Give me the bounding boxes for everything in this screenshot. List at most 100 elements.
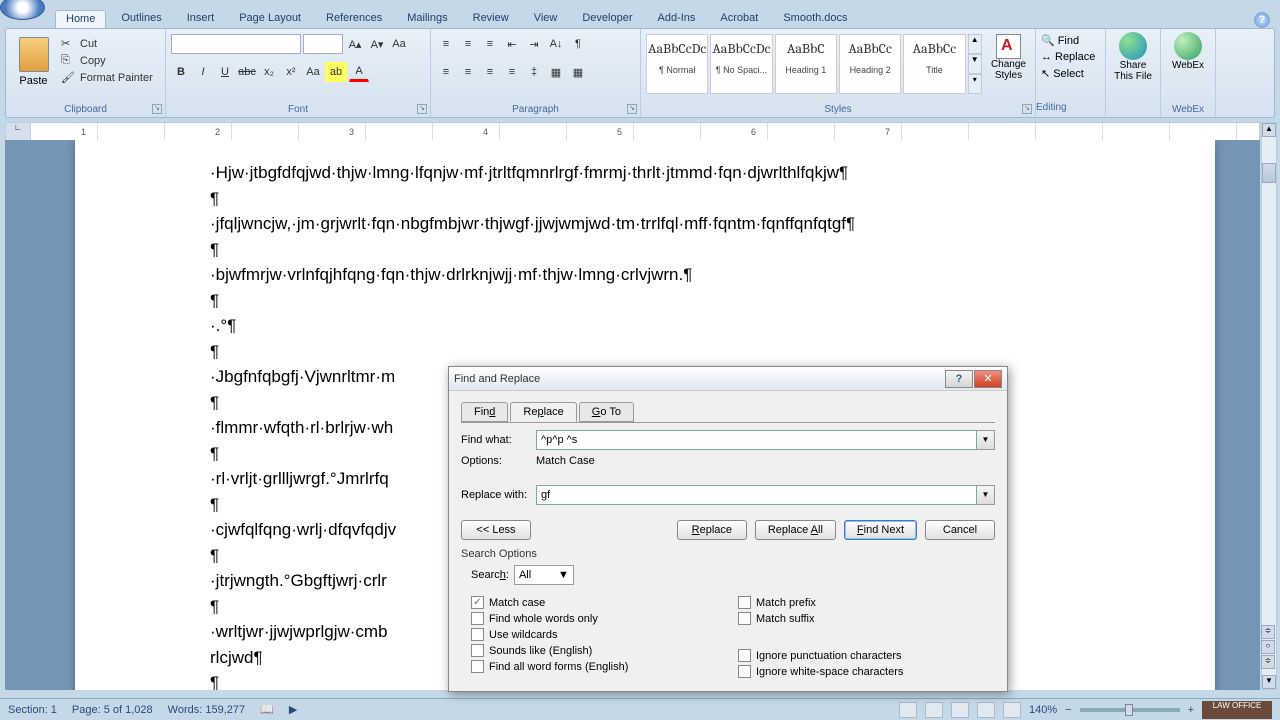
grow-font-button[interactable]: A▴ — [345, 34, 365, 54]
zoom-level[interactable]: 140% — [1029, 704, 1057, 716]
bold-button[interactable]: B — [171, 62, 191, 82]
next-page-icon[interactable]: ≑ — [1261, 655, 1275, 669]
dialog-tab-go-to[interactable]: Go To — [579, 402, 634, 422]
styles-down-icon[interactable]: ▼ — [968, 54, 982, 74]
text-line[interactable]: ¶ — [210, 339, 1080, 365]
format-painter-button[interactable]: 🖌Format Painter — [61, 71, 153, 85]
tab-outlines[interactable]: Outlines — [111, 10, 171, 28]
checkbox-match-case[interactable]: ✓Match case — [471, 596, 728, 609]
align-left-button[interactable]: ≡ — [436, 62, 456, 82]
less-button[interactable]: << Less — [461, 520, 531, 540]
text-line[interactable]: ·bjwfmrjw·vrlnfqjhfqng·fqn·thjw·drlrknjw… — [210, 262, 1080, 288]
status-page[interactable]: Page: 5 of 1,028 — [72, 704, 153, 716]
align-right-button[interactable]: ≡ — [480, 62, 500, 82]
tab-insert[interactable]: Insert — [177, 10, 225, 28]
text-line[interactable]: ¶ — [210, 288, 1080, 314]
style-item[interactable]: AaBbCcHeading 2 — [839, 34, 901, 94]
tab-references[interactable]: References — [316, 10, 392, 28]
decrease-indent-button[interactable]: ⇤ — [502, 34, 522, 54]
dialog-tab-find[interactable]: Find — [461, 402, 508, 422]
cut-button[interactable]: ✂Cut — [61, 37, 153, 51]
scroll-down-icon[interactable]: ▼ — [1262, 675, 1276, 689]
paragraph-expand-icon[interactable]: ↘ — [627, 104, 637, 114]
checkbox-sounds-like-english-[interactable]: Sounds like (English) — [471, 644, 728, 657]
dialog-help-button[interactable]: ? — [945, 370, 973, 388]
dialog-tab-replace[interactable]: Replace — [510, 402, 576, 422]
checkbox-use-wildcards[interactable]: Use wildcards — [471, 628, 728, 641]
change-case-button[interactable]: Aa — [303, 62, 323, 82]
text-line[interactable]: ¶ — [210, 186, 1080, 212]
tab-acrobat[interactable]: Acrobat — [710, 10, 768, 28]
select-button[interactable]: ↖Select — [1041, 67, 1100, 80]
increase-indent-button[interactable]: ⇥ — [524, 34, 544, 54]
prev-page-icon[interactable]: ≑ — [1261, 625, 1275, 639]
strike-button[interactable]: abc — [237, 62, 257, 82]
find-button[interactable]: 🔍Find — [1041, 34, 1100, 47]
styles-up-icon[interactable]: ▲ — [968, 34, 982, 54]
text-line[interactable]: ·.°¶ — [210, 313, 1080, 339]
find-dropdown-icon[interactable]: ▼ — [977, 430, 995, 450]
replace-dropdown-icon[interactable]: ▼ — [977, 485, 995, 505]
tab-smooth-docs[interactable]: Smooth.docs — [773, 10, 857, 28]
search-direction-select[interactable]: All▼ — [514, 565, 574, 585]
tab-selector[interactable]: ∟ — [6, 123, 31, 141]
tab-view[interactable]: View — [524, 10, 568, 28]
scroll-thumb[interactable] — [1262, 163, 1276, 183]
scroll-up-icon[interactable]: ▲ — [1262, 123, 1276, 137]
text-line[interactable]: ·jfqljwncjw,·jm·grjwrlt·fqn·nbgfmbjwr·th… — [210, 211, 1080, 237]
highlight-button[interactable]: ab — [325, 62, 347, 82]
style-item[interactable]: AaBbCcDc¶ No Spaci... — [710, 34, 772, 94]
clear-format-button[interactable]: Aa — [389, 34, 409, 54]
superscript-button[interactable]: x² — [281, 62, 301, 82]
bullets-button[interactable]: ≡ — [436, 34, 456, 54]
subscript-button[interactable]: x₂ — [259, 62, 279, 82]
replace-button[interactable]: ↔Replace — [1041, 51, 1100, 63]
draft-view[interactable] — [1003, 702, 1021, 718]
tab-review[interactable]: Review — [463, 10, 519, 28]
webex-button[interactable]: WebEx — [1166, 32, 1210, 71]
italic-button[interactable]: I — [193, 62, 213, 82]
font-color-button[interactable]: A — [349, 62, 369, 82]
tab-add-ins[interactable]: Add-Ins — [648, 10, 706, 28]
full-screen-view[interactable] — [925, 702, 943, 718]
macro-icon[interactable]: ▶ — [289, 703, 297, 716]
borders-button[interactable]: ▦ — [568, 62, 588, 82]
replace-all-button[interactable]: Replace All — [755, 520, 836, 540]
replace-with-input[interactable] — [536, 485, 977, 505]
styles-expand-icon[interactable]: ↘ — [1022, 104, 1032, 114]
change-styles-button[interactable]: Change Styles — [987, 34, 1030, 94]
font-expand-icon[interactable]: ↘ — [417, 104, 427, 114]
browse-object-icon[interactable]: ○ — [1261, 640, 1275, 654]
underline-button[interactable]: U — [215, 62, 235, 82]
dialog-close-button[interactable]: ✕ — [974, 370, 1002, 388]
checkbox-ignore-punctuation-characters[interactable]: Ignore punctuation characters — [738, 649, 995, 662]
find-what-input[interactable] — [536, 430, 977, 450]
tab-developer[interactable]: Developer — [572, 10, 642, 28]
status-words[interactable]: Words: 159,277 — [168, 704, 245, 716]
align-center-button[interactable]: ≡ — [458, 62, 478, 82]
style-item[interactable]: AaBbCHeading 1 — [775, 34, 837, 94]
find-next-button[interactable]: Find Next — [844, 520, 917, 540]
style-item[interactable]: AaBbCcDc¶ Normal — [646, 34, 708, 94]
checkbox-find-all-word-forms-english-[interactable]: Find all word forms (English) — [471, 660, 728, 673]
text-line[interactable]: ¶ — [210, 237, 1080, 263]
web-layout-view[interactable] — [951, 702, 969, 718]
replace-button[interactable]: Replace — [677, 520, 747, 540]
numbering-button[interactable]: ≡ — [458, 34, 478, 54]
vertical-scrollbar[interactable]: ▲ ▼ — [1261, 122, 1277, 690]
text-line[interactable]: ·Hjw·jtbgfdfqjwd·thjw·lmng·lfqnjw·mf·jtr… — [210, 160, 1080, 186]
line-spacing-button[interactable]: ‡ — [524, 62, 544, 82]
tab-mailings[interactable]: Mailings — [397, 10, 457, 28]
sort-button[interactable]: A↓ — [546, 34, 566, 54]
checkbox-find-whole-words-only[interactable]: Find whole words only — [471, 612, 728, 625]
outline-view[interactable] — [977, 702, 995, 718]
checkbox-ignore-white-space-characters[interactable]: Ignore white-space characters — [738, 665, 995, 678]
checkbox-match-prefix[interactable]: Match prefix — [738, 596, 995, 609]
zoom-out-icon[interactable]: − — [1065, 704, 1071, 716]
justify-button[interactable]: ≡ — [502, 62, 522, 82]
zoom-slider[interactable] — [1080, 708, 1180, 712]
ruler[interactable]: ∟ 1234567 — [5, 122, 1260, 140]
style-item[interactable]: AaBbCcTitle — [903, 34, 965, 94]
paste-button[interactable]: Paste — [11, 32, 56, 102]
font-size-combo[interactable] — [303, 34, 343, 54]
